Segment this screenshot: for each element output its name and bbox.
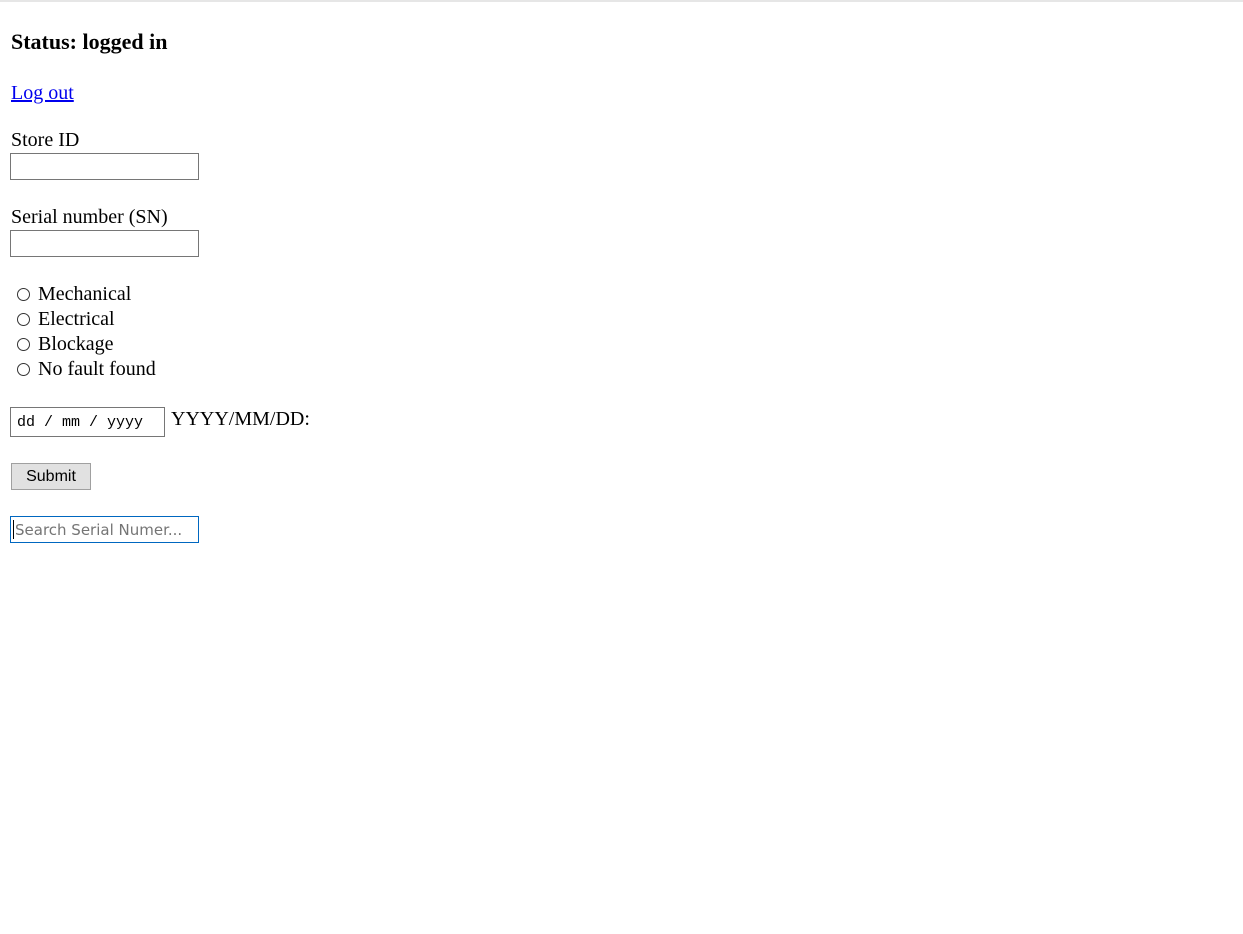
fault-type-radio-group: Mechanical Electrical Blockage No fault … <box>10 282 156 382</box>
radio-label: Mechanical <box>38 283 132 305</box>
fault-option-mechanical[interactable]: Mechanical <box>10 282 156 307</box>
store-id-input[interactable] <box>10 153 199 180</box>
logout-link[interactable]: Log out <box>11 82 74 105</box>
radio-label: Electrical <box>38 308 115 330</box>
radio-no-fault-found[interactable] <box>17 363 30 376</box>
radio-electrical[interactable] <box>17 313 30 326</box>
radio-mechanical[interactable] <box>17 288 30 301</box>
store-id-label: Store ID <box>11 129 80 151</box>
search-placeholder: Search Serial Numer... <box>15 520 183 539</box>
search-serial-input[interactable]: Search Serial Numer... <box>10 516 199 543</box>
submit-button[interactable]: Submit <box>11 463 91 490</box>
date-format-label: YYYY/MM/DD: <box>171 408 310 430</box>
fault-option-no-fault-found[interactable]: No fault found <box>10 357 156 382</box>
fault-option-blockage[interactable]: Blockage <box>10 332 156 357</box>
status-heading: Status: logged in <box>11 29 168 54</box>
text-caret <box>13 520 14 539</box>
serial-number-input[interactable] <box>10 230 199 257</box>
radio-label: No fault found <box>38 358 156 380</box>
serial-number-label: Serial number (SN) <box>11 206 168 228</box>
radio-label: Blockage <box>38 333 114 355</box>
date-placeholder: dd / mm / yyyy <box>17 413 144 431</box>
fault-option-electrical[interactable]: Electrical <box>10 307 156 332</box>
radio-blockage[interactable] <box>17 338 30 351</box>
date-input[interactable]: dd / mm / yyyy <box>10 407 165 437</box>
